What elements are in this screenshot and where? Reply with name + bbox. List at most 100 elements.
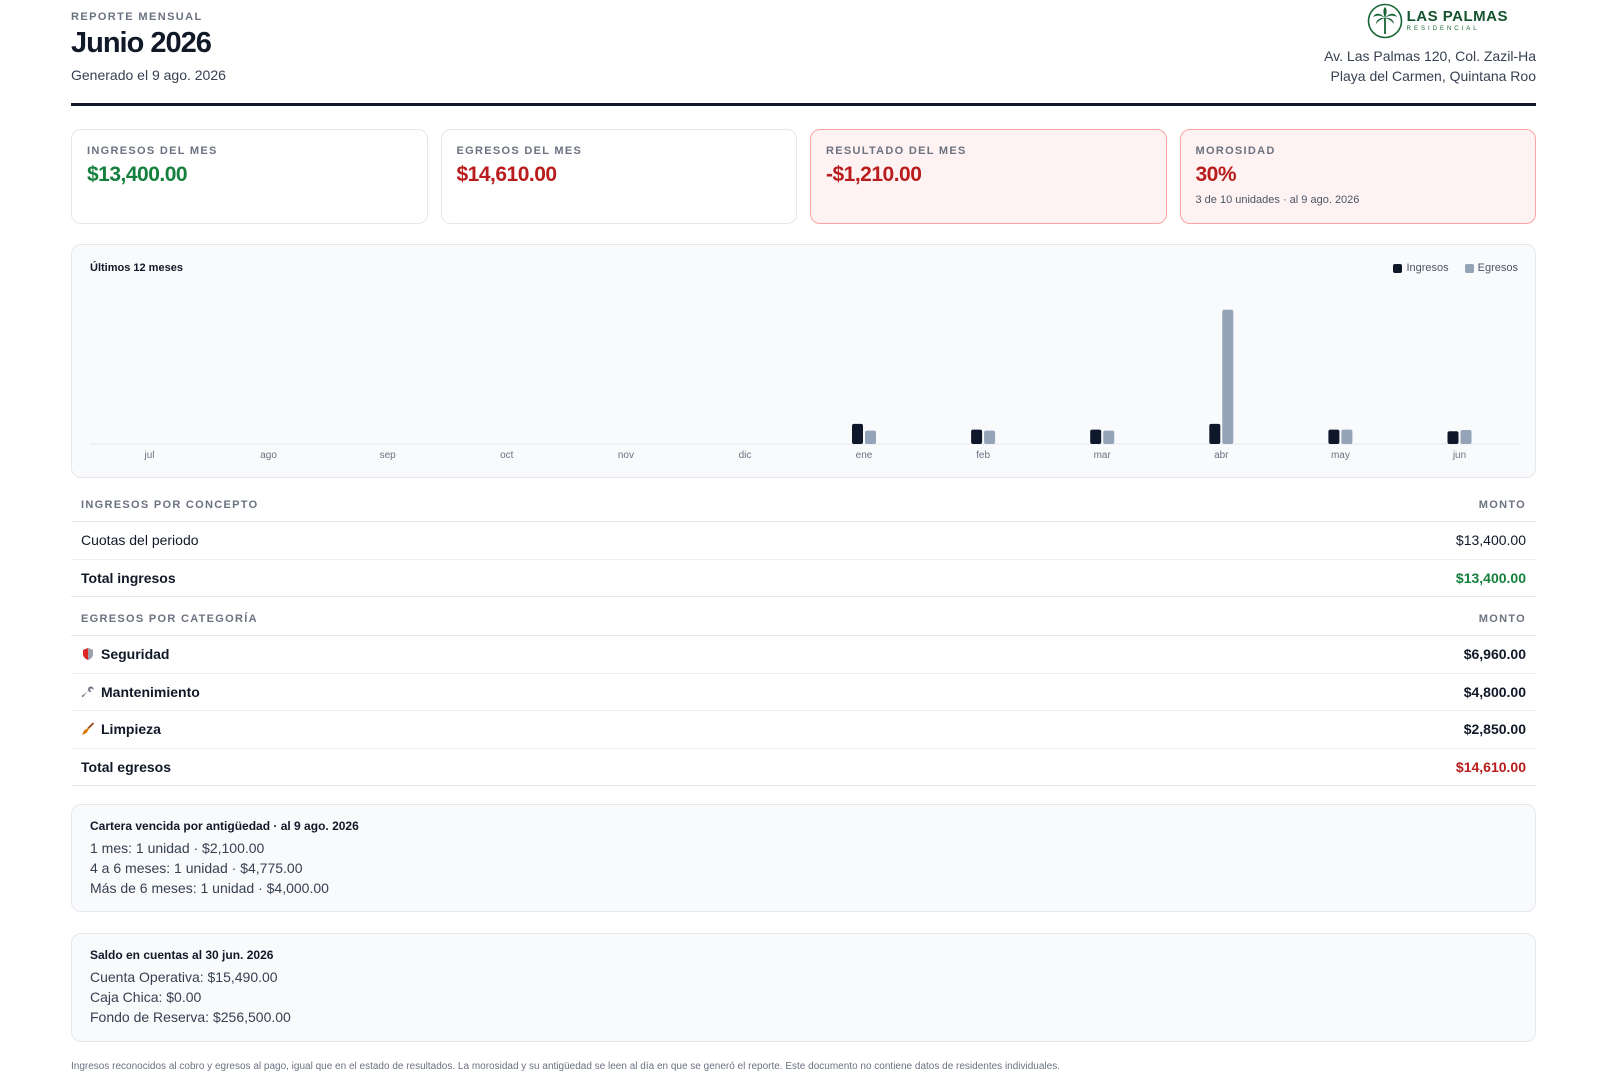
- row-amount: $4,800.00: [1463, 683, 1526, 700]
- kpi-label: EGRESOS DEL MES: [456, 145, 583, 157]
- expense-bar-may: [1341, 429, 1353, 444]
- total-label: Total ingresos: [81, 569, 176, 586]
- expense-bar-ene: [865, 430, 876, 444]
- legend-swatch-income: [1393, 263, 1403, 273]
- income-bar-may: [1328, 429, 1340, 444]
- income-bar-feb: [971, 429, 983, 444]
- total-amount: $13,400.00: [1455, 569, 1526, 586]
- monthly-bar-chart: jul ago sep oct nov dic ene feb mar abr may jun: [90, 309, 1519, 461]
- palm-tree-icon: [1367, 3, 1402, 39]
- report-header: REPORTE MENSUAL Junio 2026 Generado el 9…: [71, 0, 1536, 106]
- balances-box: Saldo en cuentas al 30 jun. 2026 Cuenta …: [71, 933, 1536, 1042]
- balance-line: Caja Chica: $0.00: [90, 989, 202, 1005]
- x-tick-label-ago: ago: [260, 450, 277, 461]
- x-tick-label-jun: jun: [1452, 450, 1466, 461]
- aging-title: Cartera vencida por antigüedad · al 9 ag…: [90, 819, 359, 833]
- table-row: Limpieza $2,850.00: [71, 711, 1536, 749]
- expense-table: EGRESOS POR CATEGORÍA MONTO Seguridad $6…: [71, 603, 1536, 786]
- brand-name: LAS PALMAS: [1406, 8, 1508, 25]
- row-label: Limpieza: [101, 721, 161, 738]
- column-header-amount: MONTO: [1478, 499, 1526, 511]
- table-header: EGRESOS POR CATEGORÍA MONTO: [71, 603, 1536, 636]
- total-row: Total ingresos $13,400.00: [71, 560, 1536, 597]
- expense-bar-mar: [1103, 430, 1115, 444]
- x-tick-label-nov: nov: [618, 450, 634, 461]
- total-amount: $14,610.00: [1455, 758, 1526, 775]
- table-header: INGRESOS POR CONCEPTO MONTO: [71, 489, 1536, 522]
- x-tick-label-jul: jul: [143, 450, 154, 461]
- footnote: Ingresos reconocidos al cobro y egresos …: [71, 1061, 1060, 1072]
- brand-logo: LAS PALMAS RESIDENCIAL: [1367, 2, 1508, 40]
- x-tick-label-ene: ene: [856, 450, 873, 461]
- aging-box: Cartera vencida por antigüedad · al 9 ag…: [71, 804, 1536, 912]
- report-kicker: REPORTE MENSUAL: [71, 11, 203, 23]
- kpi-label: MOROSIDAD: [1195, 145, 1276, 157]
- legend-label-income: Ingresos: [1406, 262, 1449, 274]
- kpi-result-card: RESULTADO DEL MES -$1,210.00: [810, 129, 1167, 224]
- income-bar-jun: [1447, 431, 1459, 444]
- aging-line: 4 a 6 meses: 1 unidad · $4,775.00: [90, 860, 303, 876]
- aging-line: 1 mes: 1 unidad · $2,100.00: [90, 840, 265, 856]
- address: Av. Las Palmas 120, Col. Zazil-Ha Playa …: [1324, 46, 1536, 86]
- kpi-expense-card: EGRESOS DEL MES $14,610.00: [440, 129, 797, 224]
- table-row: Seguridad $6,960.00: [71, 636, 1536, 674]
- broom-icon: [82, 722, 95, 736]
- total-label: Total egresos: [81, 758, 171, 775]
- expense-bar-jun: [1460, 430, 1472, 444]
- row-amount: $6,960.00: [1463, 646, 1526, 663]
- chart-title: Últimos 12 meses: [90, 262, 183, 274]
- report-page: REPORTE MENSUAL Junio 2026 Generado el 9…: [71, 0, 1536, 1072]
- kpi-label: INGRESOS DEL MES: [87, 145, 218, 157]
- legend-item-income: Ingresos: [1393, 262, 1449, 274]
- expense-bar-abr: [1222, 309, 1234, 444]
- kpi-note: 3 de 10 unidades · al 9 ago. 2026: [1195, 194, 1360, 206]
- x-tick-label-abr: abr: [1214, 450, 1229, 461]
- column-header-category: EGRESOS POR CATEGORÍA: [81, 613, 258, 625]
- kpi-value: $14,610.00: [456, 163, 558, 186]
- kpi-value: $13,400.00: [87, 163, 188, 186]
- aging-line: Más de 6 meses: 1 unidad · $4,000.00: [90, 880, 329, 896]
- kpi-value: -$1,210.00: [826, 163, 922, 186]
- address-line-2: Playa del Carmen, Quintana Roo: [1330, 68, 1536, 84]
- row-amount: $13,400.00: [1455, 532, 1526, 549]
- income-table: INGRESOS POR CONCEPTO MONTO Cuotas del p…: [71, 489, 1536, 597]
- chart-card: jul ago sep oct nov dic ene feb mar abr may jun Últ…: [71, 244, 1536, 478]
- balance-line: Fondo de Reserva: $256,500.00: [90, 1009, 291, 1025]
- column-header-amount: MONTO: [1478, 613, 1526, 625]
- shield-icon: [83, 648, 93, 661]
- kpi-label: RESULTADO DEL MES: [826, 145, 967, 157]
- row-label: Seguridad: [101, 646, 170, 663]
- kpi-income-card: INGRESOS DEL MES $13,400.00: [71, 129, 428, 224]
- income-bar-ene: [852, 423, 863, 444]
- kpi-value: 30%: [1195, 163, 1237, 186]
- chart-legend: Ingresos Egresos: [1393, 262, 1518, 274]
- table-row: Cuotas del periodo $13,400.00: [71, 522, 1536, 560]
- income-bar-abr: [1209, 423, 1221, 444]
- x-tick-label-sep: sep: [380, 450, 397, 461]
- address-line-1: Av. Las Palmas 120, Col. Zazil-Ha: [1324, 48, 1536, 64]
- brand-subtitle: RESIDENCIAL: [1406, 26, 1480, 32]
- balance-line: Cuenta Operativa: $15,490.00: [90, 969, 278, 985]
- x-tick-label-mar: mar: [1094, 450, 1112, 461]
- x-tick-label-oct: oct: [500, 450, 514, 461]
- total-row: Total egresos $14,610.00: [71, 749, 1536, 786]
- x-tick-label-may: may: [1331, 450, 1350, 461]
- wrench-icon: [81, 686, 94, 697]
- column-header-concept: INGRESOS POR CONCEPTO: [81, 499, 259, 511]
- kpi-cards: INGRESOS DEL MES $13,400.00 EGRESOS DEL …: [71, 129, 1536, 224]
- x-tick-label-feb: feb: [976, 450, 990, 461]
- legend-swatch-expense: [1464, 263, 1474, 273]
- income-bar-mar: [1090, 429, 1102, 444]
- table-row: Mantenimiento $4,800.00: [71, 674, 1536, 711]
- row-amount: $2,850.00: [1463, 721, 1526, 738]
- generated-date: Generado el 9 ago. 2026: [71, 67, 226, 83]
- row-label: Cuotas del periodo: [81, 532, 199, 549]
- expense-bar-feb: [984, 430, 996, 444]
- kpi-delinquency-card: MOROSIDAD 30% 3 de 10 unidades · al 9 ag…: [1179, 129, 1536, 224]
- legend-label-expense: Egresos: [1477, 262, 1518, 274]
- legend-item-expense: Egresos: [1464, 262, 1518, 274]
- balances-title: Saldo en cuentas al 30 jun. 2026: [90, 948, 274, 962]
- page-title: Junio 2026: [71, 27, 212, 59]
- row-label: Mantenimiento: [101, 683, 200, 700]
- x-tick-label-dic: dic: [739, 450, 752, 461]
